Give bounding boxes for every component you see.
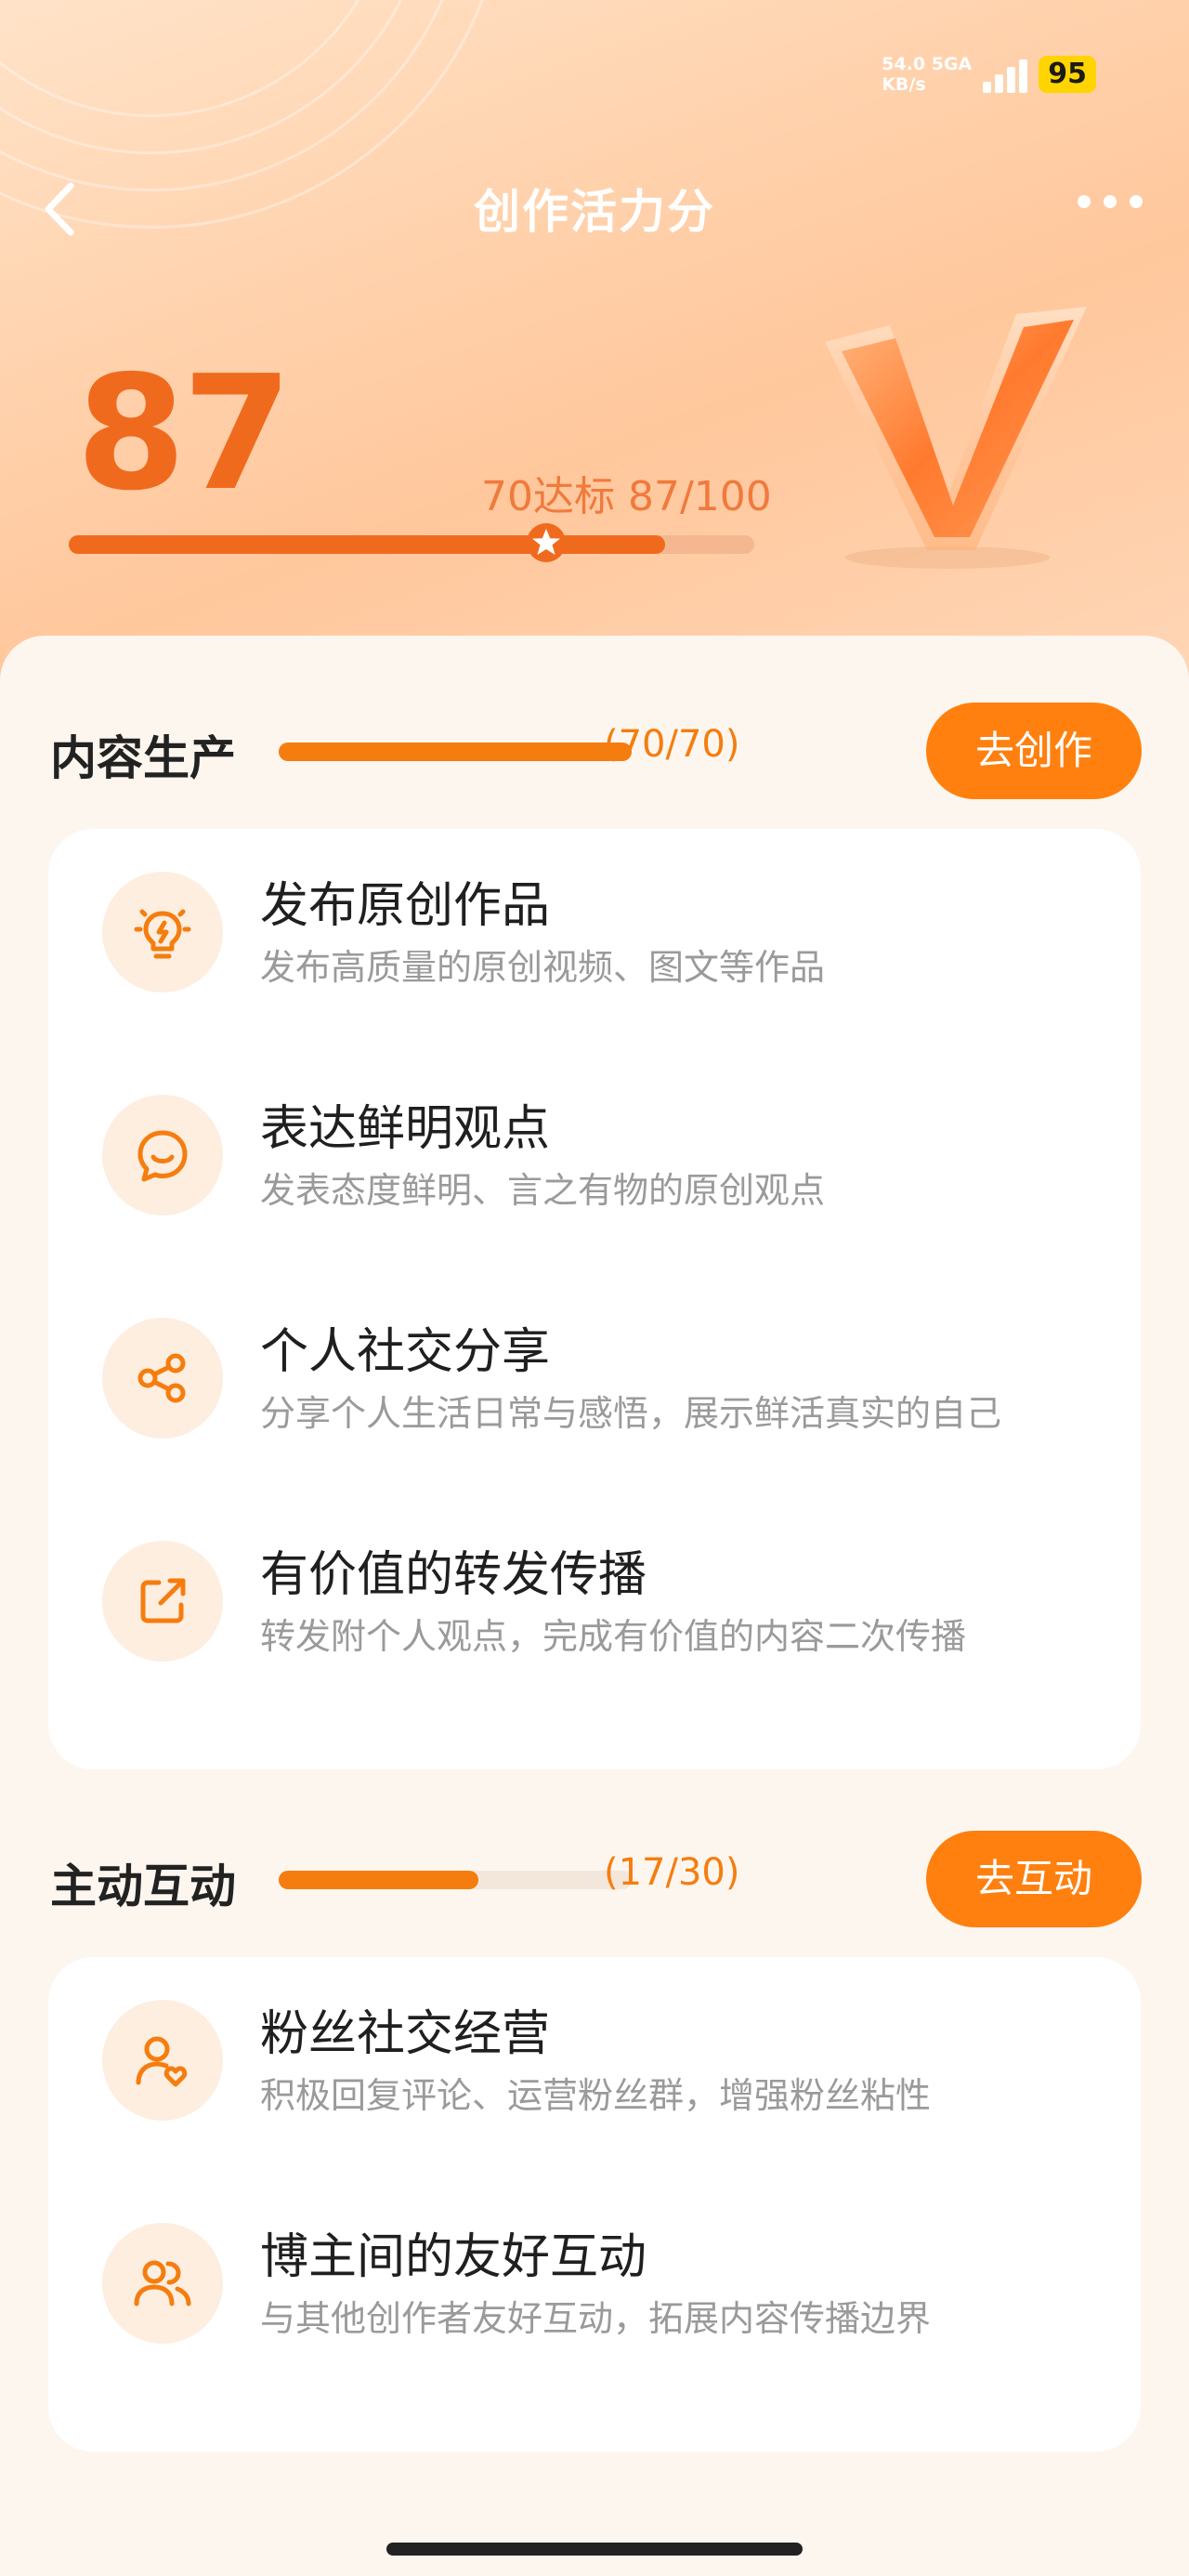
score-progress-bar xyxy=(69,535,754,554)
task-item[interactable]: 表达鲜明观点 发表态度鲜明、言之有物的原创观点 xyxy=(48,1052,1141,1238)
dot-icon xyxy=(1130,195,1143,208)
task-desc: 发表态度鲜明、言之有物的原创观点 xyxy=(260,1170,826,1211)
net-speed: 54.0 5GA KB/s xyxy=(882,54,972,95)
task-title: 粉丝社交经营 xyxy=(260,2006,551,2062)
task-desc: 发布高质量的原创视频、图文等作品 xyxy=(260,947,826,988)
net-speed-unit: KB/s xyxy=(882,74,926,95)
share-icon xyxy=(102,1318,223,1439)
task-desc: 分享个人生活日常与感悟，展示鲜活真实的自己 xyxy=(260,1393,1002,1434)
section-progress-count: (17/30) xyxy=(604,1851,740,1894)
task-title: 表达鲜明观点 xyxy=(260,1101,551,1157)
battery-badge: 95 xyxy=(1039,56,1096,93)
score-progress-fill xyxy=(69,535,666,554)
task-title: 博主间的友好互动 xyxy=(260,2229,647,2285)
score-meta: 70达标 87/100 xyxy=(481,473,772,520)
section-progress-bar xyxy=(279,743,632,761)
task-title: 发布原创作品 xyxy=(260,878,551,934)
task-title: 个人社交分享 xyxy=(260,1324,551,1380)
task-item[interactable]: 有价值的转发传播 转发附个人观点，完成有价值的内容二次传播 xyxy=(48,1498,1141,1684)
section-progress-bar xyxy=(279,1871,632,1889)
section-progress-fill xyxy=(279,1871,479,1889)
section-title: 内容生产 xyxy=(50,731,236,785)
threshold-star-icon xyxy=(527,523,566,562)
task-item[interactable]: 粉丝社交经营 积极回复评论、运营粉丝群，增强粉丝粘性 xyxy=(48,1957,1141,2143)
task-desc: 与其他创作者友好互动，拓展内容传播边界 xyxy=(260,2298,932,2339)
network-type: 5GA xyxy=(931,54,973,74)
chat-smile-icon xyxy=(102,1095,223,1216)
header-hero: 54.0 5GA KB/s 95 创作活力分 87 70达标 87/100 xyxy=(0,0,1189,688)
task-title: 有价值的转发传播 xyxy=(260,1547,647,1603)
lightbulb-icon xyxy=(102,872,223,992)
section-title: 主动互动 xyxy=(50,1860,236,1913)
status-bar: 54.0 5GA KB/s 95 xyxy=(882,54,1096,95)
dot-icon xyxy=(1078,195,1091,208)
task-item[interactable]: 发布原创作品 发布高质量的原创视频、图文等作品 xyxy=(48,829,1141,1015)
home-indicator[interactable] xyxy=(386,2543,803,2556)
signal-icon xyxy=(983,56,1028,93)
fan-heart-icon xyxy=(102,2000,223,2121)
section-header-content-production: 内容生产 (70/70) 去创作 xyxy=(50,703,1142,799)
page-title: 创作活力分 xyxy=(474,185,715,239)
forward-icon xyxy=(102,1541,223,1662)
more-button[interactable] xyxy=(1078,195,1143,208)
score-value: 87 xyxy=(76,342,293,526)
dot-icon xyxy=(1104,195,1117,208)
users-icon xyxy=(102,2223,223,2344)
go-interact-button[interactable]: 去互动 xyxy=(926,1831,1142,1927)
section-progress-count: (70/70) xyxy=(604,723,740,766)
net-speed-value: 54.0 xyxy=(882,54,926,74)
go-create-button[interactable]: 去创作 xyxy=(926,703,1142,799)
task-desc: 积极回复评论、运营粉丝群，增强粉丝粘性 xyxy=(260,2075,932,2116)
task-item[interactable]: 个人社交分享 分享个人生活日常与感悟，展示鲜活真实的自己 xyxy=(48,1275,1141,1461)
section-progress-fill xyxy=(279,743,632,761)
task-card: 发布原创作品 发布高质量的原创视频、图文等作品 表达鲜明观点 发表态度鲜明、言之… xyxy=(48,829,1141,1769)
v-badge-icon xyxy=(825,307,1087,569)
task-card: 粉丝社交经营 积极回复评论、运营粉丝群，增强粉丝粘性 博主间的友好互动 与其他创… xyxy=(48,1957,1141,2451)
task-desc: 转发附个人观点，完成有价值的内容二次传播 xyxy=(260,1616,967,1657)
section-header-active-interaction: 主动互动 (17/30) 去互动 xyxy=(50,1831,1142,1927)
task-item[interactable]: 博主间的友好互动 与其他创作者友好互动，拓展内容传播边界 xyxy=(48,2180,1141,2366)
